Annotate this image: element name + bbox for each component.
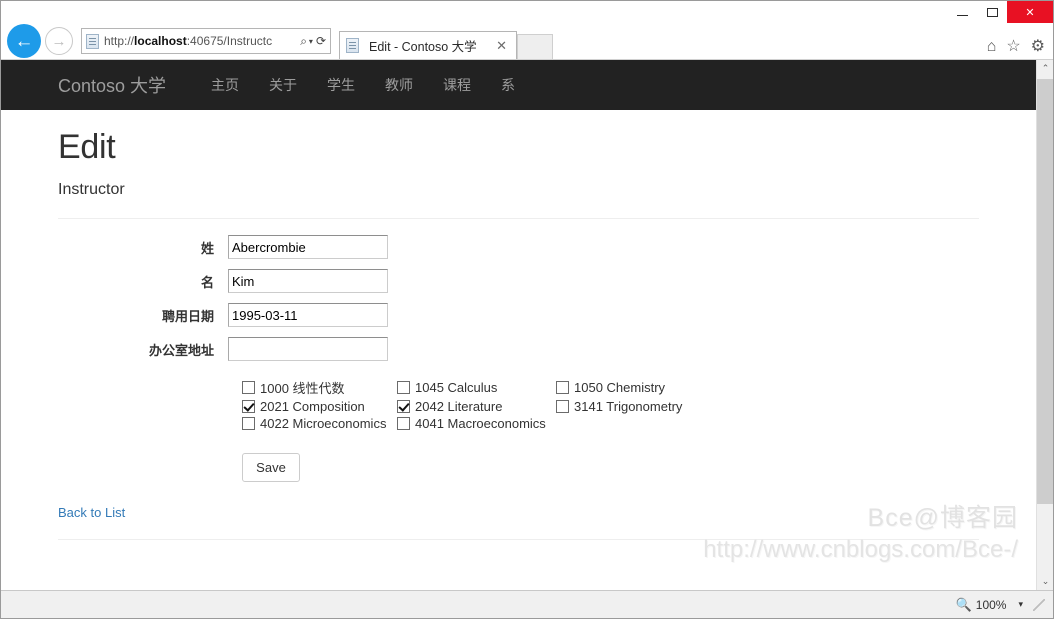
maximize-button[interactable]: [977, 1, 1007, 23]
checkbox-icon[interactable]: [242, 417, 255, 430]
tab-strip: Edit - Contoso 大学 ✕: [339, 23, 553, 59]
course-label: 1045 Calculus: [415, 380, 498, 395]
course-label: 2021 Composition: [260, 399, 365, 414]
page-subtitle: Instructor: [58, 181, 125, 198]
address-bar[interactable]: http://localhost:40675/Instructc ⌕ ▾ ⟳: [81, 28, 331, 54]
title-bar: ✕: [1, 1, 1053, 23]
tab-title: Edit - Contoso 大学: [369, 40, 477, 54]
nav-item-courses[interactable]: 课程: [428, 75, 486, 95]
scroll-down-icon[interactable]: ⌄: [1037, 573, 1053, 590]
course-checkbox-1050[interactable]: 1050 Chemistry: [556, 378, 716, 397]
chevron-down-icon[interactable]: ▾: [1018, 599, 1023, 610]
nav-item-students[interactable]: 学生: [312, 75, 370, 95]
firstname-input[interactable]: [228, 269, 388, 293]
nav-item-instructors[interactable]: 教师: [370, 75, 428, 95]
nav-item-departments[interactable]: 系: [486, 75, 530, 95]
label-lastname: 姓: [200, 240, 214, 256]
footer-divider: [58, 539, 979, 540]
checkbox-icon[interactable]: [556, 381, 569, 394]
search-icon[interactable]: ⌕: [300, 34, 307, 49]
favorites-star-icon[interactable]: ☆: [1006, 39, 1020, 55]
course-checkbox-2021[interactable]: 2021 Composition: [242, 399, 397, 414]
course-row: 4022 Microeconomics 4041 Macroeconomics: [242, 416, 979, 431]
form-row-hiredate: 聘用日期: [58, 303, 979, 327]
page-scrollbar[interactable]: ⌃ ⌄: [1036, 60, 1053, 590]
course-checkbox-1000[interactable]: 1000 线性代数: [242, 378, 397, 397]
tab-favicon-icon: [346, 38, 359, 53]
nav-item-about[interactable]: 关于: [254, 75, 312, 95]
save-button-wrapper: Save: [242, 453, 979, 482]
page-title: Edit: [58, 128, 116, 166]
navbar-links: 主页 关于 学生 教师 课程 系: [196, 75, 530, 95]
url-text: http://localhost:40675/Instructc: [104, 34, 273, 48]
checkbox-checked-icon[interactable]: [397, 400, 410, 413]
page-icon: [86, 33, 99, 49]
back-button-icon[interactable]: ←: [7, 24, 41, 58]
new-tab-button[interactable]: [517, 34, 553, 59]
scroll-up-icon[interactable]: ⌃: [1037, 60, 1053, 77]
course-checkbox-grid: 1000 线性代数 1045 Calculus 1050 Chemistry 2…: [242, 378, 979, 431]
course-checkbox-4022[interactable]: 4022 Microeconomics: [242, 416, 397, 431]
browser-toolbar-icons: ⌂ ☆ ⚙: [987, 39, 1045, 55]
zoom-control[interactable]: 🔍 100% ▾: [956, 597, 1023, 613]
nav-item-home[interactable]: 主页: [196, 75, 254, 95]
course-row: 2021 Composition 2042 Literature 3141 Tr…: [242, 399, 979, 414]
tab-close-icon[interactable]: ✕: [493, 38, 510, 54]
label-firstname: 名: [200, 274, 214, 290]
checkbox-icon[interactable]: [556, 400, 569, 413]
minimize-button[interactable]: [947, 1, 977, 23]
form-row-office: 办公室地址: [58, 337, 979, 361]
resize-grip-icon[interactable]: [1033, 598, 1045, 611]
close-button[interactable]: ✕: [1007, 1, 1053, 23]
watermark-url: http://www.cnblogs.com/Bce-/: [703, 536, 1018, 563]
checkbox-icon[interactable]: [397, 417, 410, 430]
instructor-edit-form: 姓 名 聘用日期 办公室地址: [58, 235, 979, 482]
label-office-location: 办公室地址: [148, 342, 214, 358]
course-label: 2042 Literature: [415, 399, 503, 414]
chevron-down-icon[interactable]: ▾: [309, 37, 313, 46]
site-navbar: Contoso 大学 主页 关于 学生 教师 课程 系: [1, 60, 1036, 110]
form-row-lastname: 姓: [58, 235, 979, 259]
course-label: 4022 Microeconomics: [260, 416, 387, 431]
status-bar: 🔍 100% ▾: [1, 590, 1053, 618]
checkbox-icon[interactable]: [397, 381, 410, 394]
course-checkbox-4041[interactable]: 4041 Macroeconomics: [397, 416, 556, 431]
refresh-icon[interactable]: ⟳: [316, 34, 326, 48]
browser-window: ✕ ← → http://localhost:40675/Instructc ⌕…: [0, 0, 1054, 619]
forward-button-icon[interactable]: →: [45, 27, 73, 55]
content-container: Edit Instructor 姓 名 聘用日期: [1, 128, 1036, 540]
zoom-magnifier-icon: 🔍: [955, 596, 972, 612]
hiredate-input[interactable]: [228, 303, 388, 327]
checkbox-icon[interactable]: [242, 381, 255, 394]
zoom-level-label: 100%: [975, 597, 1007, 612]
page-viewport: Contoso 大学 主页 关于 学生 教师 课程 系 Edit Instruc…: [1, 59, 1053, 590]
page-content: Contoso 大学 主页 关于 学生 教师 课程 系 Edit Instruc…: [1, 60, 1036, 590]
course-label: 3141 Trigonometry: [574, 399, 683, 414]
course-checkbox-2042[interactable]: 2042 Literature: [397, 399, 556, 414]
course-row: 1000 线性代数 1045 Calculus 1050 Chemistry: [242, 378, 979, 397]
save-button[interactable]: Save: [242, 453, 300, 482]
tab-edit-contoso[interactable]: Edit - Contoso 大学 ✕: [339, 31, 517, 59]
office-location-input[interactable]: [228, 337, 388, 361]
course-label: 1000 线性代数: [260, 381, 345, 396]
home-icon[interactable]: ⌂: [987, 39, 997, 55]
title-divider: [58, 218, 979, 219]
course-checkbox-3141[interactable]: 3141 Trigonometry: [556, 399, 716, 414]
checkbox-checked-icon[interactable]: [242, 400, 255, 413]
scrollbar-thumb[interactable]: [1037, 79, 1053, 504]
course-label: 4041 Macroeconomics: [415, 416, 546, 431]
label-hiredate: 聘用日期: [161, 308, 214, 324]
navbar-brand[interactable]: Contoso 大学: [58, 72, 166, 98]
back-to-list-link[interactable]: Back to List: [58, 505, 125, 520]
browser-nav-row: ← → http://localhost:40675/Instructc ⌕ ▾…: [1, 23, 1053, 59]
lastname-input[interactable]: [228, 235, 388, 259]
window-controls: ✕: [947, 1, 1053, 23]
course-checkbox-1045[interactable]: 1045 Calculus: [397, 378, 556, 397]
course-label: 1050 Chemistry: [574, 380, 666, 395]
gear-icon[interactable]: ⚙: [1031, 39, 1045, 55]
form-row-firstname: 名: [58, 269, 979, 293]
